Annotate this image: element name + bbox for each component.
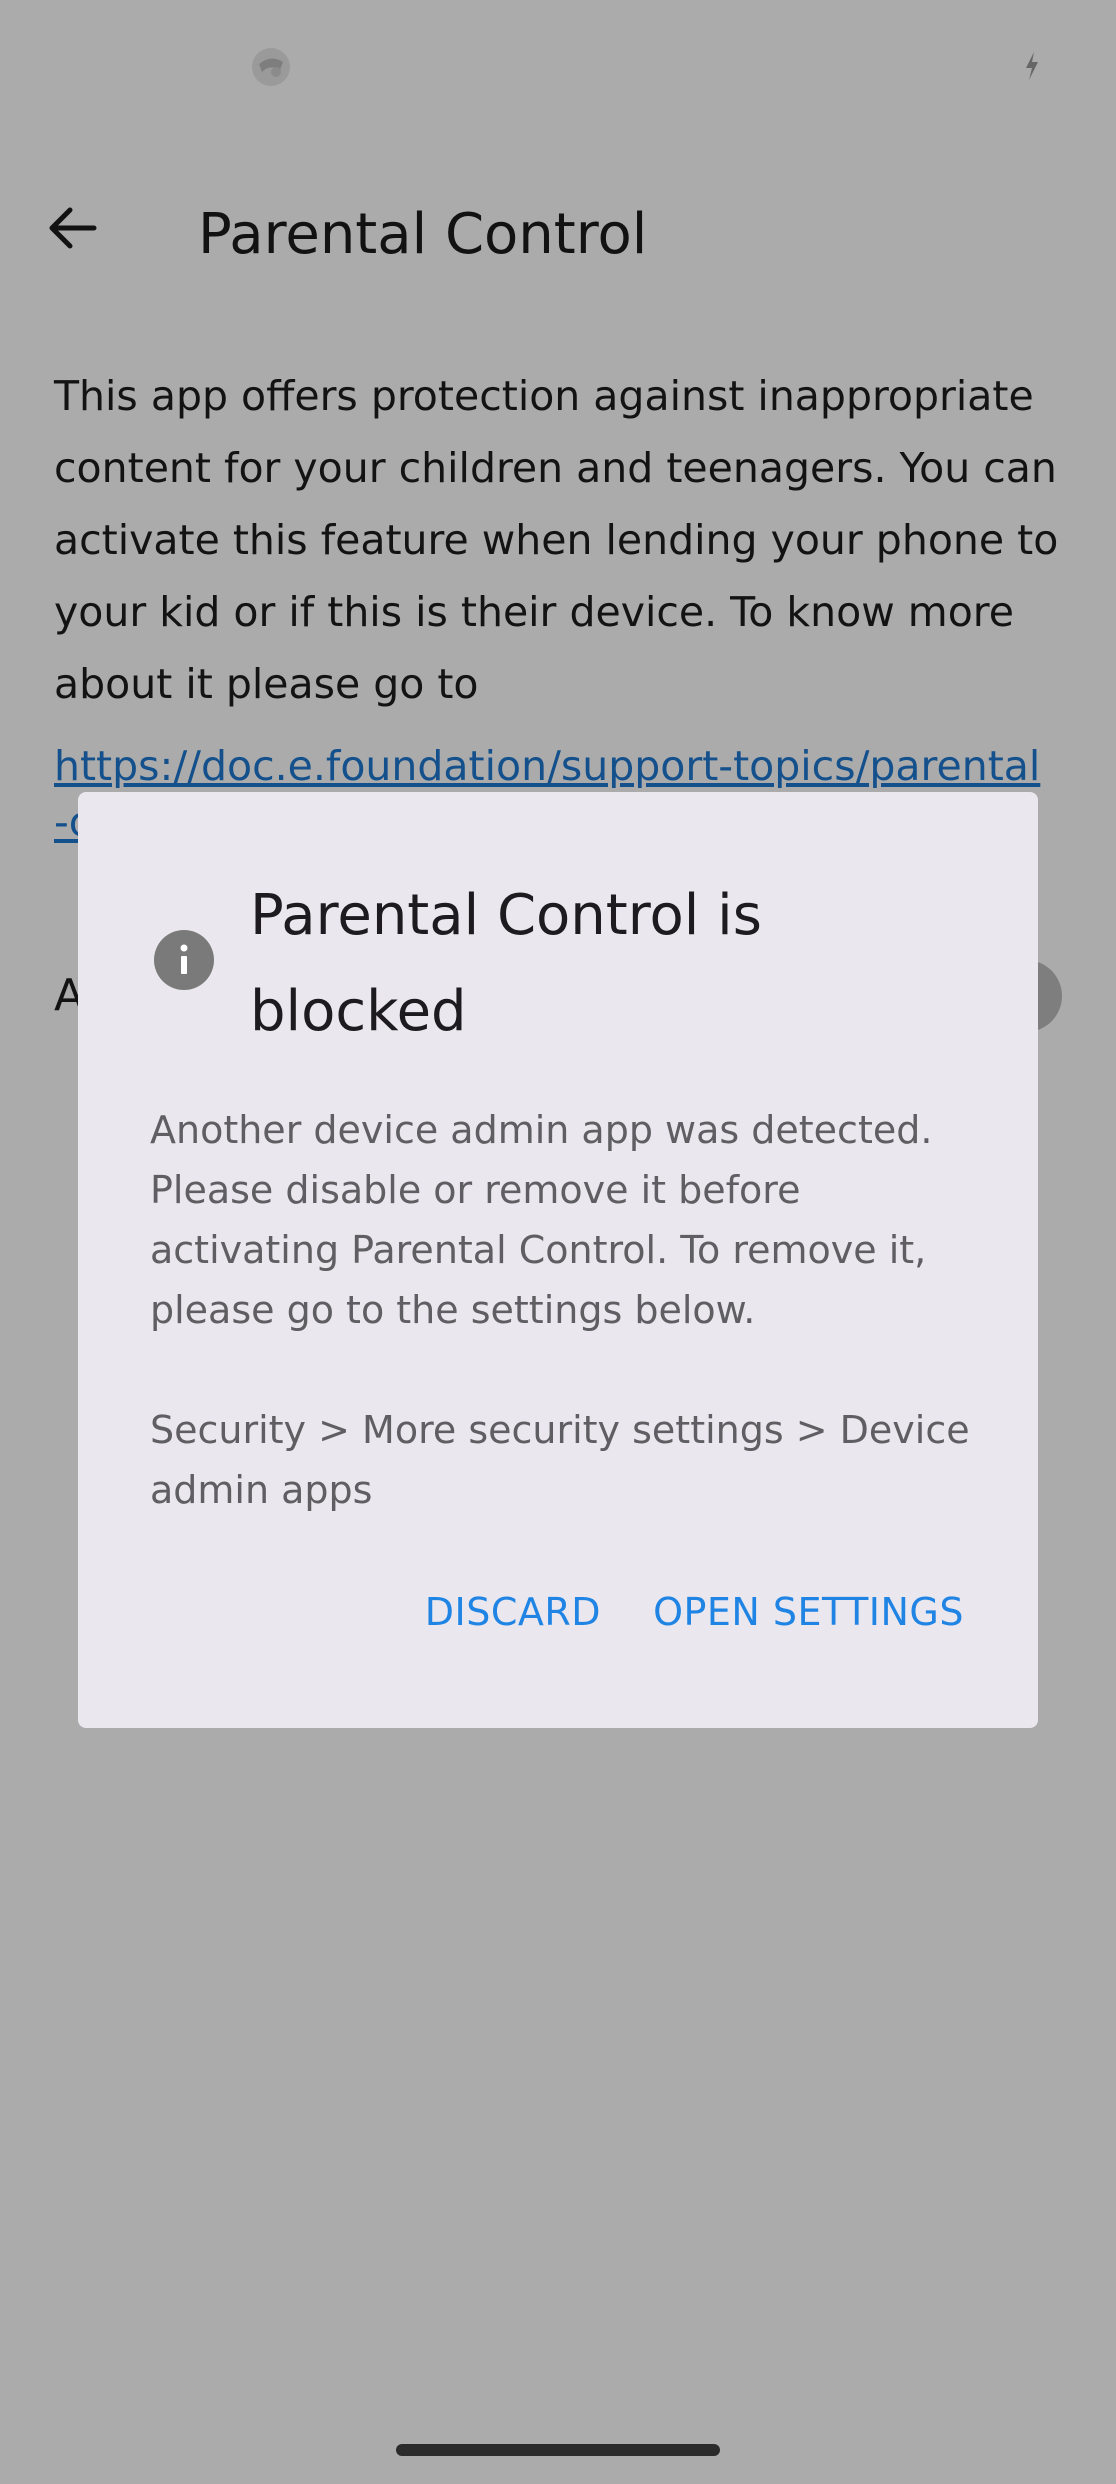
discard-button[interactable]: DISCARD: [425, 1590, 601, 1634]
open-settings-button[interactable]: OPEN SETTINGS: [653, 1590, 964, 1634]
screen: 10:15 Parental Control This app offers p…: [0, 0, 1116, 2484]
settings-path-text: Security > More security settings > Devi…: [150, 1408, 970, 1512]
dialog-title: Parental Control is blocked: [250, 883, 762, 1044]
dialog-message: Another device admin app was detected. P…: [150, 1108, 933, 1332]
blocked-dialog: Parental Control is blocked Another devi…: [78, 792, 1038, 1728]
dialog-actions: DISCARD OPEN SETTINGS: [425, 1590, 964, 1634]
info-icon: [154, 930, 214, 990]
gesture-nav-handle[interactable]: [396, 2444, 720, 2456]
